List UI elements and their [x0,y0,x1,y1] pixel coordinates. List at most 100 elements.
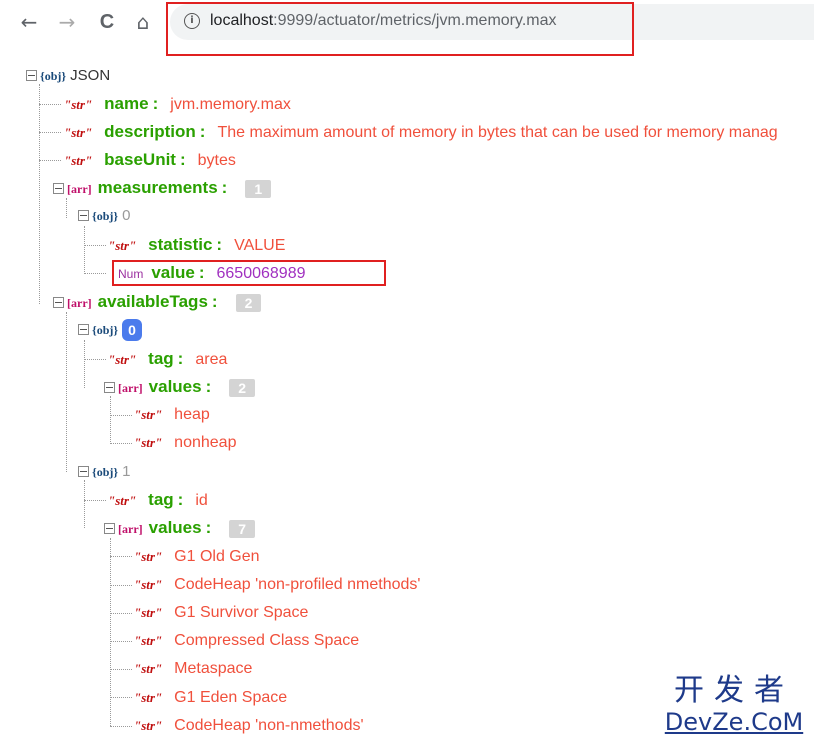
obj-type-label: {obj} [92,465,119,479]
list-item[interactable]: "str" CodeHeap 'non-profiled nmethods' [134,573,420,597]
tree-row-values[interactable]: [arr] values: 7 [104,516,256,540]
str-type-label: "str" [64,125,93,140]
url-text[interactable]: localhost:9999/actuator/metrics/jvm.memo… [210,12,557,30]
json-key: values: [148,518,212,537]
tree-row-tag[interactable]: "str" tag: id [108,488,208,512]
tree-row-availabletags-item[interactable]: {obj} 0 [78,318,142,342]
tree-row-description[interactable]: "str" description: The maximum amount of m… [64,120,778,144]
json-value: Metaspace [174,660,253,677]
watermark-en: DevZe.CoM [664,708,804,736]
home-icon[interactable]: ⌂ [130,8,156,36]
json-value: 6650068989 [216,265,306,282]
collapse-toggle-icon[interactable] [53,183,64,195]
collapse-toggle-icon[interactable] [53,297,64,309]
str-type-label: "str" [134,605,163,620]
json-value: G1 Eden Space [174,689,288,706]
num-type-label: Num [118,267,144,281]
tree-row-measurements[interactable]: [arr] measurements: 1 [53,176,272,200]
json-value: bytes [197,152,236,169]
str-type-label: "str" [134,407,163,422]
array-index: 0 [122,207,131,224]
tree-guide [84,359,106,360]
tree-row-statistic[interactable]: "str" statistic: VALUE [108,233,285,257]
json-value: area [195,351,228,368]
str-type-label: "str" [134,690,163,705]
collapse-toggle-icon[interactable] [104,523,115,535]
list-item[interactable]: "str" Compressed Class Space [134,629,359,653]
obj-type-label: {obj} [92,209,119,223]
tree-row-availabletags-item[interactable]: {obj} 1 [78,460,130,484]
array-index-badge: 0 [122,318,142,341]
tree-guide [39,160,61,161]
tree-guide [84,340,85,388]
tree-row-values[interactable]: [arr] values: 2 [104,375,256,399]
tree-guide [39,132,61,133]
json-value: The maximum amount of memory in bytes th… [217,124,778,141]
list-item[interactable]: "str" CodeHeap 'non-nmethods' [134,714,364,738]
tree-guide [110,556,132,557]
collapse-toggle-icon[interactable] [104,382,115,394]
tree-guide [66,198,67,218]
list-item[interactable]: "str" heap [134,403,210,427]
str-type-label: "str" [134,661,163,676]
json-value: VALUE [234,237,286,254]
json-key: measurements: [97,178,228,197]
address-bar[interactable]: i localhost:9999/actuator/metrics/jvm.me… [170,4,814,40]
browser-toolbar: ← → C ⌂ i localhost:9999/actuator/metric… [0,0,814,48]
str-type-label: "str" [64,97,93,112]
reload-icon[interactable]: C [94,8,120,36]
tree-guide [110,585,132,586]
json-value: CodeHeap 'non-profiled nmethods' [174,576,421,593]
collapse-toggle-icon[interactable] [78,466,89,478]
tree-row-value[interactable]: Num value: 6650068989 [118,261,305,285]
tree-guide [110,613,132,614]
json-value: Compressed Class Space [174,632,360,649]
collapse-toggle-icon[interactable] [78,210,89,222]
obj-type-label: {obj} [40,69,67,83]
tree-guide [110,697,132,698]
tree-row-baseunit[interactable]: "str" baseUnit: bytes [64,148,236,172]
tree-guide [84,245,106,246]
json-value: nonheap [174,434,237,451]
str-type-label: "str" [108,352,137,367]
tree-guide [110,415,132,416]
json-key: baseUnit: [104,150,186,169]
list-item[interactable]: "str" G1 Eden Space [134,686,287,710]
json-key: tag: [148,349,184,368]
str-type-label: "str" [108,238,137,253]
forward-arrow-icon[interactable]: → [54,8,80,36]
str-type-label: "str" [134,549,163,564]
json-value: id [195,492,208,509]
tree-row-availabletags[interactable]: [arr] availableTags: 2 [53,290,262,314]
tree-guide [84,226,85,274]
root-label: JSON [70,67,111,84]
json-key: availableTags: [97,292,218,311]
json-key: description: [104,122,206,141]
tree-guide [39,84,40,304]
count-badge: 1 [245,179,272,198]
info-icon[interactable]: i [184,13,200,29]
tree-guide [110,726,132,727]
collapse-toggle-icon[interactable] [78,324,89,336]
tree-row-tag[interactable]: "str" tag: area [108,347,227,371]
array-index: 1 [122,463,131,480]
tree-root[interactable]: {obj} JSON [26,64,110,88]
list-item[interactable]: "str" Metaspace [134,657,252,681]
tree-guide [84,273,106,274]
json-key: name: [104,94,159,113]
list-item[interactable]: "str" G1 Survivor Space [134,601,308,625]
list-item[interactable]: "str" nonheap [134,431,236,455]
collapse-toggle-icon[interactable] [26,70,37,82]
arr-type-label: [arr] [67,296,92,310]
tree-row-name[interactable]: "str" name: jvm.memory.max [64,92,291,116]
tree-guide [110,396,111,444]
count-badge: 2 [229,378,256,397]
tree-guide [110,641,132,642]
json-value: jvm.memory.max [170,96,291,113]
list-item[interactable]: "str" G1 Old Gen [134,545,260,569]
tree-row-measurements-item[interactable]: {obj} 0 [78,204,130,228]
json-key: values: [148,377,212,396]
str-type-label: "str" [134,633,163,648]
json-value: heap [174,406,210,423]
back-arrow-icon[interactable]: ← [16,8,42,36]
